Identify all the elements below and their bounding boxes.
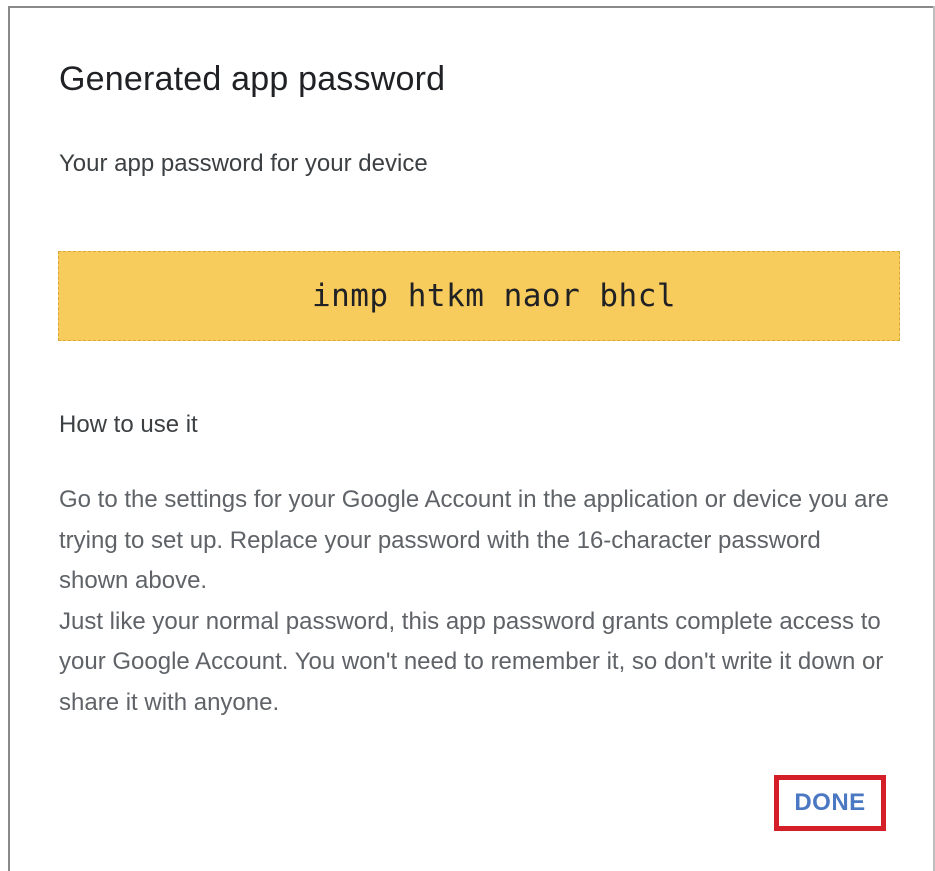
done-button-highlight: DONE [774,775,886,831]
usage-instructions: Go to the settings for your Google Accou… [59,480,889,723]
instructions-paragraph-security: Just like your normal password, this app… [59,607,884,716]
instructions-paragraph-setup: Go to the settings for your Google Accou… [59,486,889,594]
dialog-subtitle: Your app password for your device [59,150,428,177]
password-display-box: inmp htkm naor bhcl [58,251,900,341]
generated-password[interactable]: inmp htkm naor bhcl [282,278,676,314]
done-button[interactable]: DONE [794,789,865,817]
dialog-title: Generated app password [59,60,446,98]
screen: Generated app password Your app password… [0,0,935,871]
how-to-use-heading: How to use it [59,411,198,438]
app-password-dialog: Generated app password Your app password… [10,8,933,871]
